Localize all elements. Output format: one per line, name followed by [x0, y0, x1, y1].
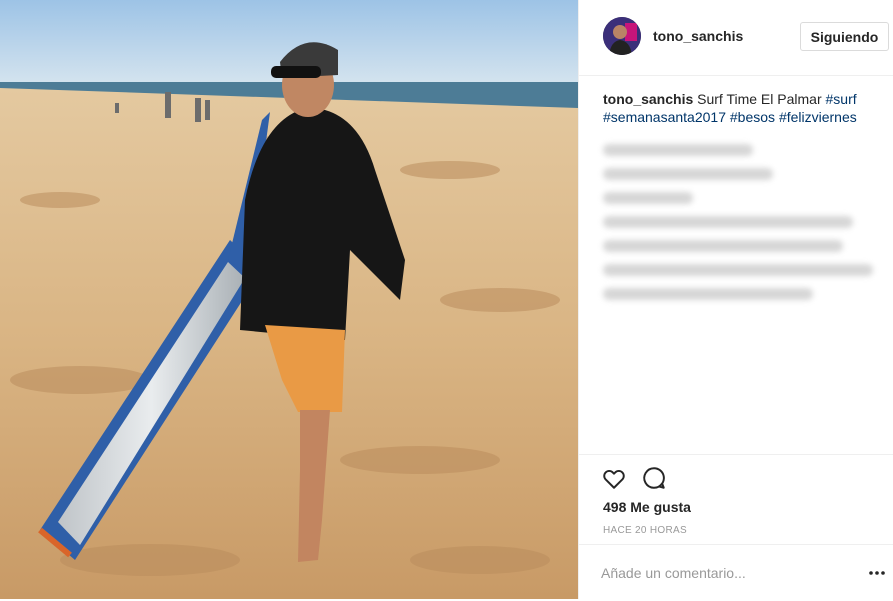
more-options-icon[interactable]	[867, 563, 887, 583]
hashtag-felizviernes[interactable]: #felizviernes	[779, 109, 857, 125]
beach-photo	[0, 0, 578, 599]
post-header: tono_sanchis Siguiendo	[579, 0, 893, 76]
avatar[interactable]	[603, 17, 641, 55]
post-photo[interactable]	[0, 0, 578, 599]
post-actions: 498 Me gusta HACE 20 HORAS	[579, 454, 893, 600]
following-button[interactable]: Siguiendo	[800, 22, 889, 51]
speech-bubble-icon[interactable]	[641, 465, 667, 491]
blurred-comments	[599, 132, 889, 312]
post-sidebar: tono_sanchis Siguiendo tono_sanchis Surf…	[578, 0, 893, 599]
comment-box	[579, 544, 893, 601]
caption-username[interactable]: tono_sanchis	[603, 91, 693, 107]
header-username[interactable]: tono_sanchis	[653, 28, 743, 44]
hashtag-surf[interactable]: #surf	[826, 91, 857, 107]
heart-icon[interactable]	[601, 465, 627, 491]
post-caption: tono_sanchis Surf Time El Palmar #surf #…	[603, 90, 883, 126]
comment-input[interactable]	[601, 561, 841, 585]
caption-text: Surf Time El Palmar	[693, 91, 826, 107]
post-timestamp[interactable]: HACE 20 HORAS	[603, 525, 687, 536]
hashtag-besos[interactable]: #besos	[730, 109, 775, 125]
likes-count[interactable]: 498 Me gusta	[603, 499, 691, 515]
hashtag-semanasanta2017[interactable]: #semanasanta2017	[603, 109, 726, 125]
